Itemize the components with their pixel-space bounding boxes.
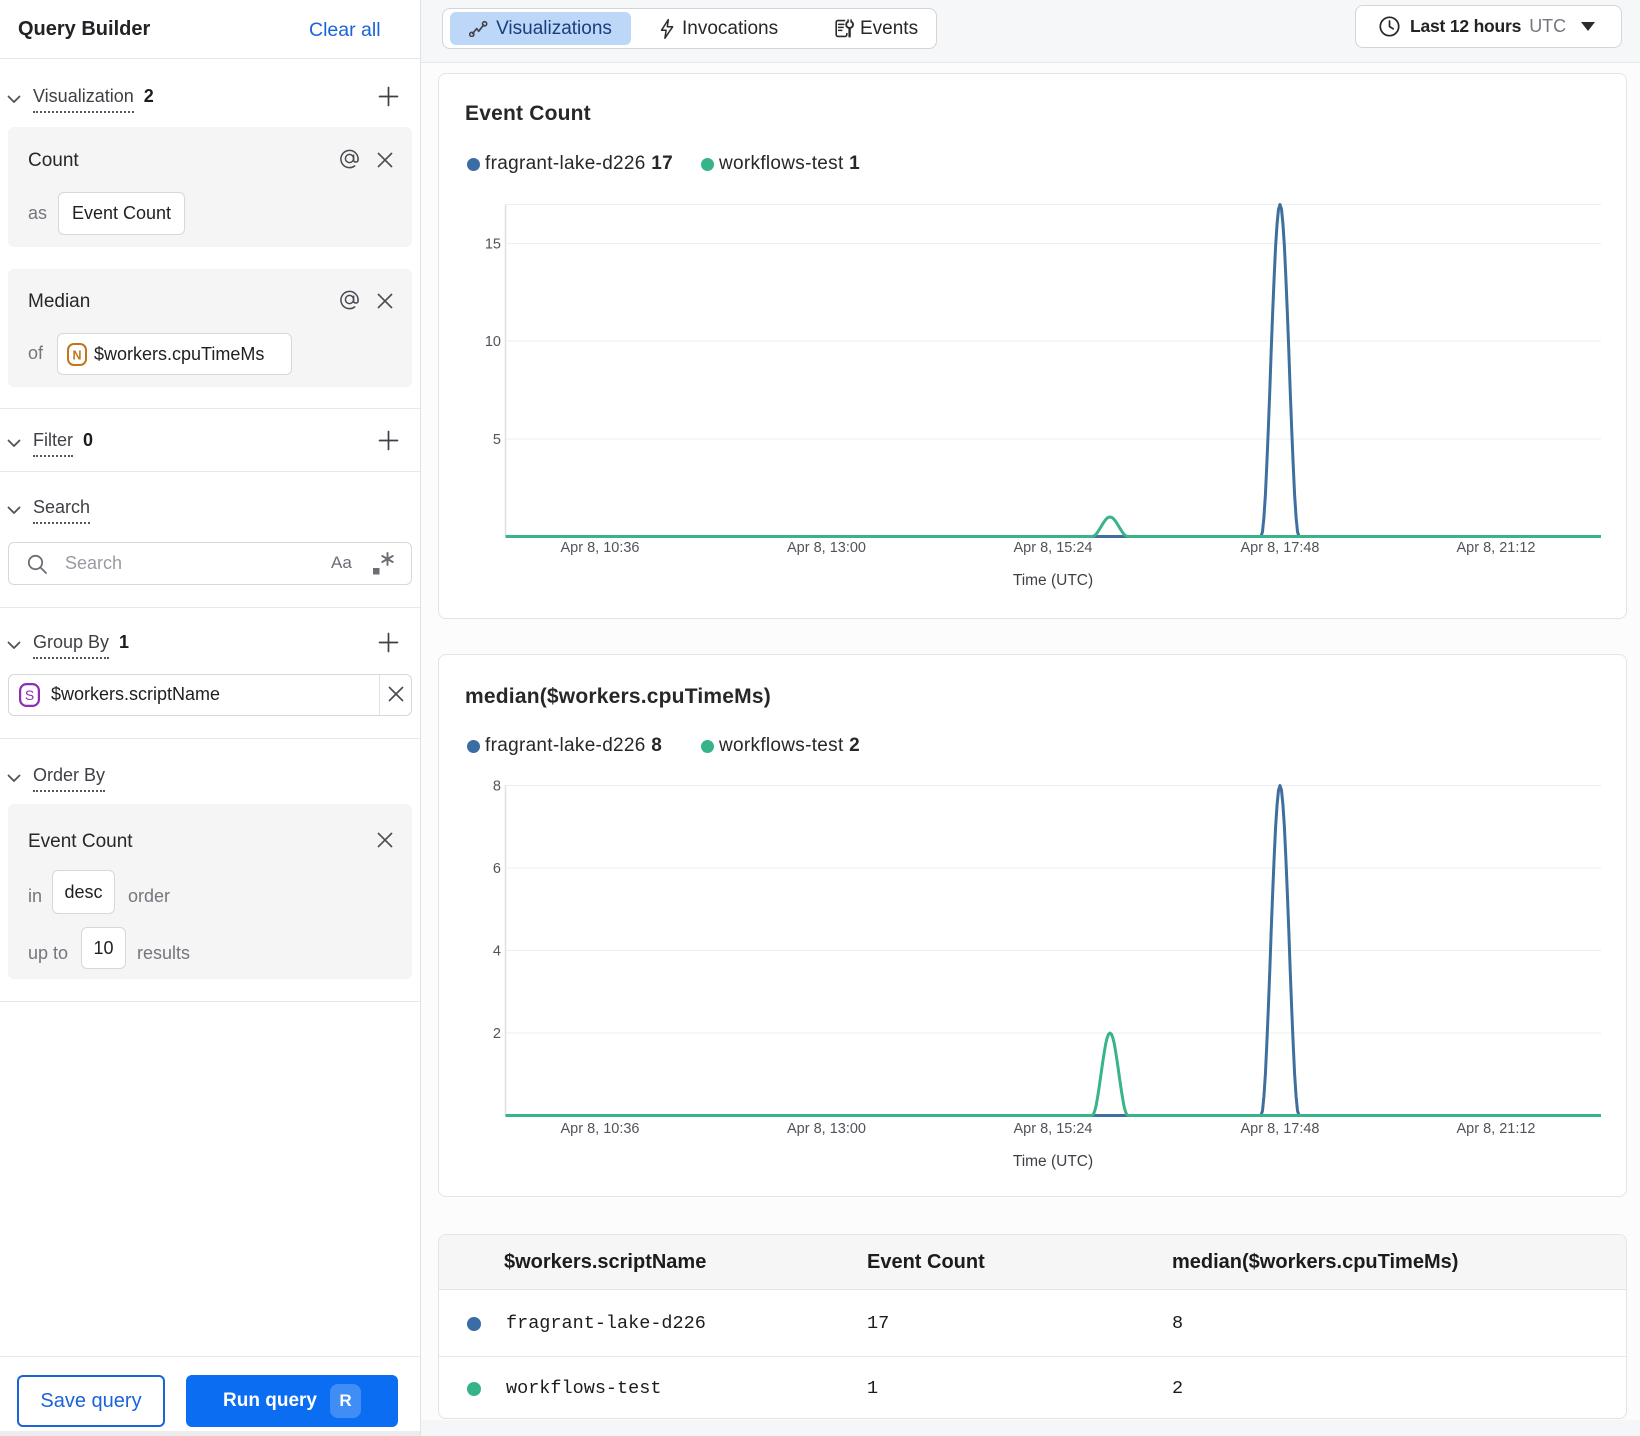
svg-text:Apr 8, 17:48: Apr 8, 17:48	[1241, 1121, 1320, 1137]
svg-text:5: 5	[493, 432, 501, 448]
svg-text:Apr 8, 21:12: Apr 8, 21:12	[1457, 540, 1536, 556]
svg-text:2: 2	[493, 1026, 501, 1042]
svg-text:Apr 8, 10:36: Apr 8, 10:36	[561, 540, 640, 556]
svg-text:Apr 8, 13:00: Apr 8, 13:00	[787, 540, 866, 556]
svg-text:Apr 8, 13:00: Apr 8, 13:00	[787, 1121, 866, 1137]
svg-text:N: N	[72, 348, 81, 362]
svg-text:Apr 8, 21:12: Apr 8, 21:12	[1457, 1121, 1536, 1137]
svg-text:Apr 8, 15:24: Apr 8, 15:24	[1014, 1121, 1093, 1137]
svg-text:Apr 8, 10:36: Apr 8, 10:36	[561, 1121, 640, 1137]
svg-text:6: 6	[493, 861, 501, 877]
svg-text:Time (UTC): Time (UTC)	[1013, 572, 1093, 589]
svg-text:8: 8	[493, 779, 501, 795]
svg-text:S: S	[25, 687, 34, 703]
svg-text:4: 4	[493, 944, 501, 960]
svg-text:Apr 8, 15:24: Apr 8, 15:24	[1014, 540, 1093, 556]
svg-text:15: 15	[485, 237, 501, 253]
svg-text:Time (UTC): Time (UTC)	[1013, 1153, 1093, 1170]
svg-text:Apr 8, 17:48: Apr 8, 17:48	[1241, 540, 1320, 556]
svg-text:10: 10	[485, 334, 501, 350]
